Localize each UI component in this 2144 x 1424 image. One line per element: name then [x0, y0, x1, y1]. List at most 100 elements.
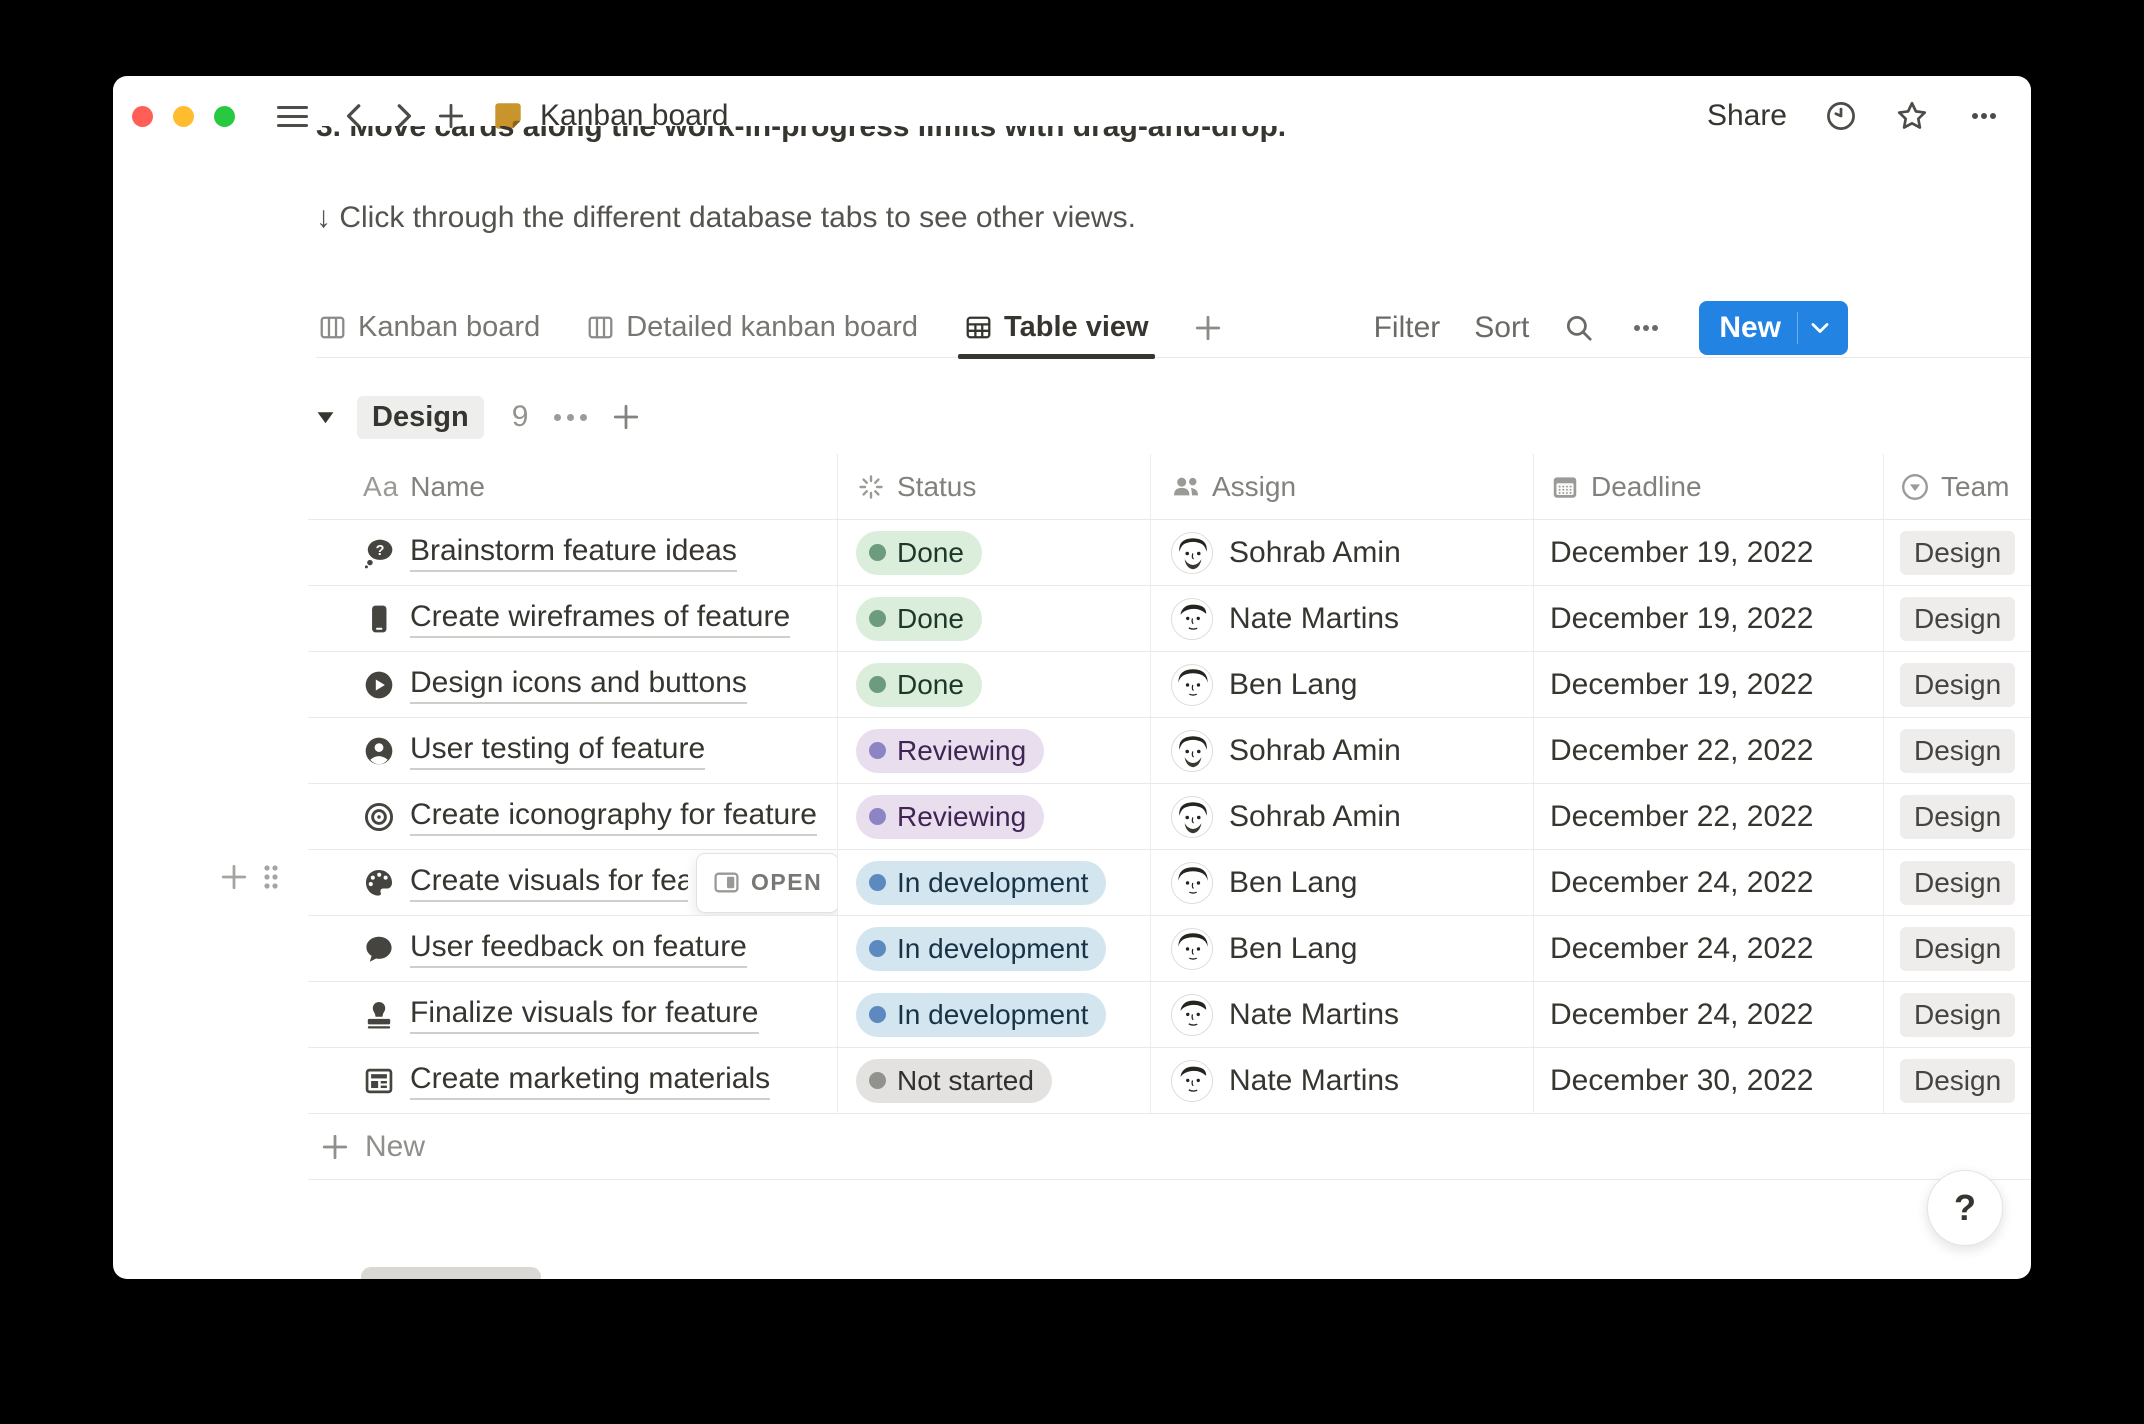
page-link[interactable]: Create visuals for feature [363, 864, 688, 902]
collapse-triangle-icon[interactable] [316, 409, 335, 426]
assign-cell[interactable]: Nate Martins [1151, 1048, 1534, 1113]
deadline-cell[interactable]: December 24, 2022 [1534, 982, 1884, 1047]
page-link[interactable]: Finalize visuals for feature [363, 996, 759, 1034]
new-button[interactable]: New [1699, 300, 1848, 355]
assign-cell[interactable]: Nate Martins [1151, 982, 1534, 1047]
target-icon [363, 801, 395, 833]
zoom-window-button[interactable] [214, 105, 235, 127]
drag-handle-icon[interactable] [262, 863, 280, 891]
palette-icon [363, 867, 395, 899]
assign-cell[interactable]: Sohrab Amin [1151, 718, 1534, 783]
status-cell[interactable]: Not started [838, 1048, 1151, 1113]
new-dropdown-chevron-icon[interactable] [1798, 316, 1842, 340]
assign-cell[interactable]: Ben Lang [1151, 916, 1534, 981]
deadline-cell[interactable]: December 19, 2022 [1534, 586, 1884, 651]
help-button[interactable]: ? [1927, 1170, 2003, 1246]
status-cell[interactable]: Done [838, 520, 1151, 585]
sort-button[interactable]: Sort [1474, 311, 1529, 345]
view-tab-table-view[interactable]: Table view [958, 298, 1155, 359]
team-cell[interactable]: Design [1884, 784, 2031, 849]
deadline-cell[interactable]: December 24, 2022 [1534, 916, 1884, 981]
status-cell[interactable]: In development [838, 982, 1151, 1047]
name-cell[interactable]: Create visuals for feature OPEN [308, 850, 838, 915]
column-header-team[interactable]: Team [1884, 454, 2031, 519]
hint-text: ↓ Click through the different database t… [316, 201, 1136, 234]
filter-button[interactable]: Filter [1374, 311, 1441, 345]
name-cell[interactable]: Finalize visuals for feature [308, 982, 838, 1047]
assign-cell[interactable]: Ben Lang [1151, 850, 1534, 915]
assign-cell[interactable]: Ben Lang [1151, 652, 1534, 717]
side-peek-icon [713, 870, 740, 895]
updates-clock-icon[interactable] [1825, 100, 1857, 132]
aa-icon: Aa [363, 470, 400, 502]
name-cell[interactable]: Create marketing materials [308, 1048, 838, 1113]
deadline-cell[interactable]: December 30, 2022 [1534, 1048, 1884, 1113]
name-cell[interactable]: Create wireframes of feature [308, 586, 838, 651]
team-cell[interactable]: Design [1884, 1048, 2031, 1113]
team-cell[interactable]: Design [1884, 652, 2031, 717]
close-window-button[interactable] [132, 105, 153, 127]
team-cell[interactable]: Design [1884, 718, 2031, 783]
assign-cell[interactable]: Sohrab Amin [1151, 784, 1534, 849]
table-row: Design icons and buttons Done Ben Lang D… [308, 652, 2031, 718]
name-cell[interactable]: User feedback on feature [308, 916, 838, 981]
sidebar-menu-icon[interactable] [277, 105, 308, 127]
team-cell[interactable]: Design [1884, 586, 2031, 651]
deadline-cell[interactable]: December 24, 2022 [1534, 850, 1884, 915]
page-link[interactable]: ? Brainstorm feature ideas [363, 534, 737, 572]
new-row-button[interactable]: New [308, 1114, 2031, 1180]
status-cell[interactable]: In development [838, 850, 1151, 915]
group-add-icon[interactable] [611, 402, 641, 432]
assign-cell[interactable]: Sohrab Amin [1151, 520, 1534, 585]
minimize-window-button[interactable] [173, 105, 194, 127]
deadline-cell[interactable]: December 19, 2022 [1534, 652, 1884, 717]
page-link[interactable]: Create iconography for feature [363, 798, 817, 836]
view-tab-detailed-kanban-board[interactable]: Detailed kanban board [584, 298, 920, 357]
page-link[interactable]: Create marketing materials [363, 1062, 771, 1100]
name-cell[interactable]: Design icons and buttons [308, 652, 838, 717]
plus-icon [320, 1132, 350, 1162]
page-link[interactable]: Design icons and buttons [363, 666, 747, 704]
avatar [1171, 729, 1213, 772]
column-header-assign[interactable]: Assign [1151, 454, 1534, 519]
more-options-icon[interactable] [1967, 99, 2001, 133]
avatar [1171, 531, 1213, 574]
share-button[interactable]: Share [1707, 99, 1787, 133]
team-cell[interactable]: Design [1884, 850, 2031, 915]
board-icon [586, 313, 615, 342]
open-button[interactable]: OPEN [696, 852, 837, 913]
column-header-name[interactable]: Aa Name [308, 454, 838, 519]
group-options-icon[interactable] [554, 413, 588, 421]
view-options-dots-icon[interactable] [1629, 311, 1663, 345]
team-cell[interactable]: Design [1884, 520, 2031, 585]
team-cell[interactable]: Design [1884, 982, 2031, 1047]
page-link[interactable]: User testing of feature [363, 732, 706, 770]
deadline-cell[interactable]: December 19, 2022 [1534, 520, 1884, 585]
partial-bottom-element [361, 1267, 541, 1279]
deadline-cell[interactable]: December 22, 2022 [1534, 784, 1884, 849]
status-cell[interactable]: Reviewing [838, 718, 1151, 783]
add-row-plus-icon[interactable] [219, 862, 249, 892]
name-cell[interactable]: ? Brainstorm feature ideas [308, 520, 838, 585]
column-header-deadline[interactable]: Deadline [1534, 454, 1884, 519]
name-cell[interactable]: User testing of feature [308, 718, 838, 783]
group-name-badge[interactable]: Design [357, 395, 484, 439]
status-cell[interactable]: Done [838, 586, 1151, 651]
view-tab-kanban-board[interactable]: Kanban board [316, 298, 542, 357]
table-row: User testing of feature Reviewing Sohrab… [308, 718, 2031, 784]
search-icon[interactable] [1563, 312, 1595, 344]
page-link[interactable]: User feedback on feature [363, 930, 747, 968]
assign-cell[interactable]: Nate Martins [1151, 586, 1534, 651]
add-view-icon[interactable] [1193, 313, 1223, 343]
deadline-cell[interactable]: December 22, 2022 [1534, 718, 1884, 783]
column-header-status[interactable]: Status [838, 454, 1151, 519]
status-cell[interactable]: Done [838, 652, 1151, 717]
status-cell[interactable]: In development [838, 916, 1151, 981]
status-cell[interactable]: Reviewing [838, 784, 1151, 849]
favorite-star-icon[interactable] [1895, 99, 1929, 133]
page-link[interactable]: Create wireframes of feature [363, 600, 791, 638]
team-cell[interactable]: Design [1884, 916, 2031, 981]
people-icon [1171, 472, 1201, 502]
board-icon [318, 313, 347, 342]
name-cell[interactable]: Create iconography for feature [308, 784, 838, 849]
